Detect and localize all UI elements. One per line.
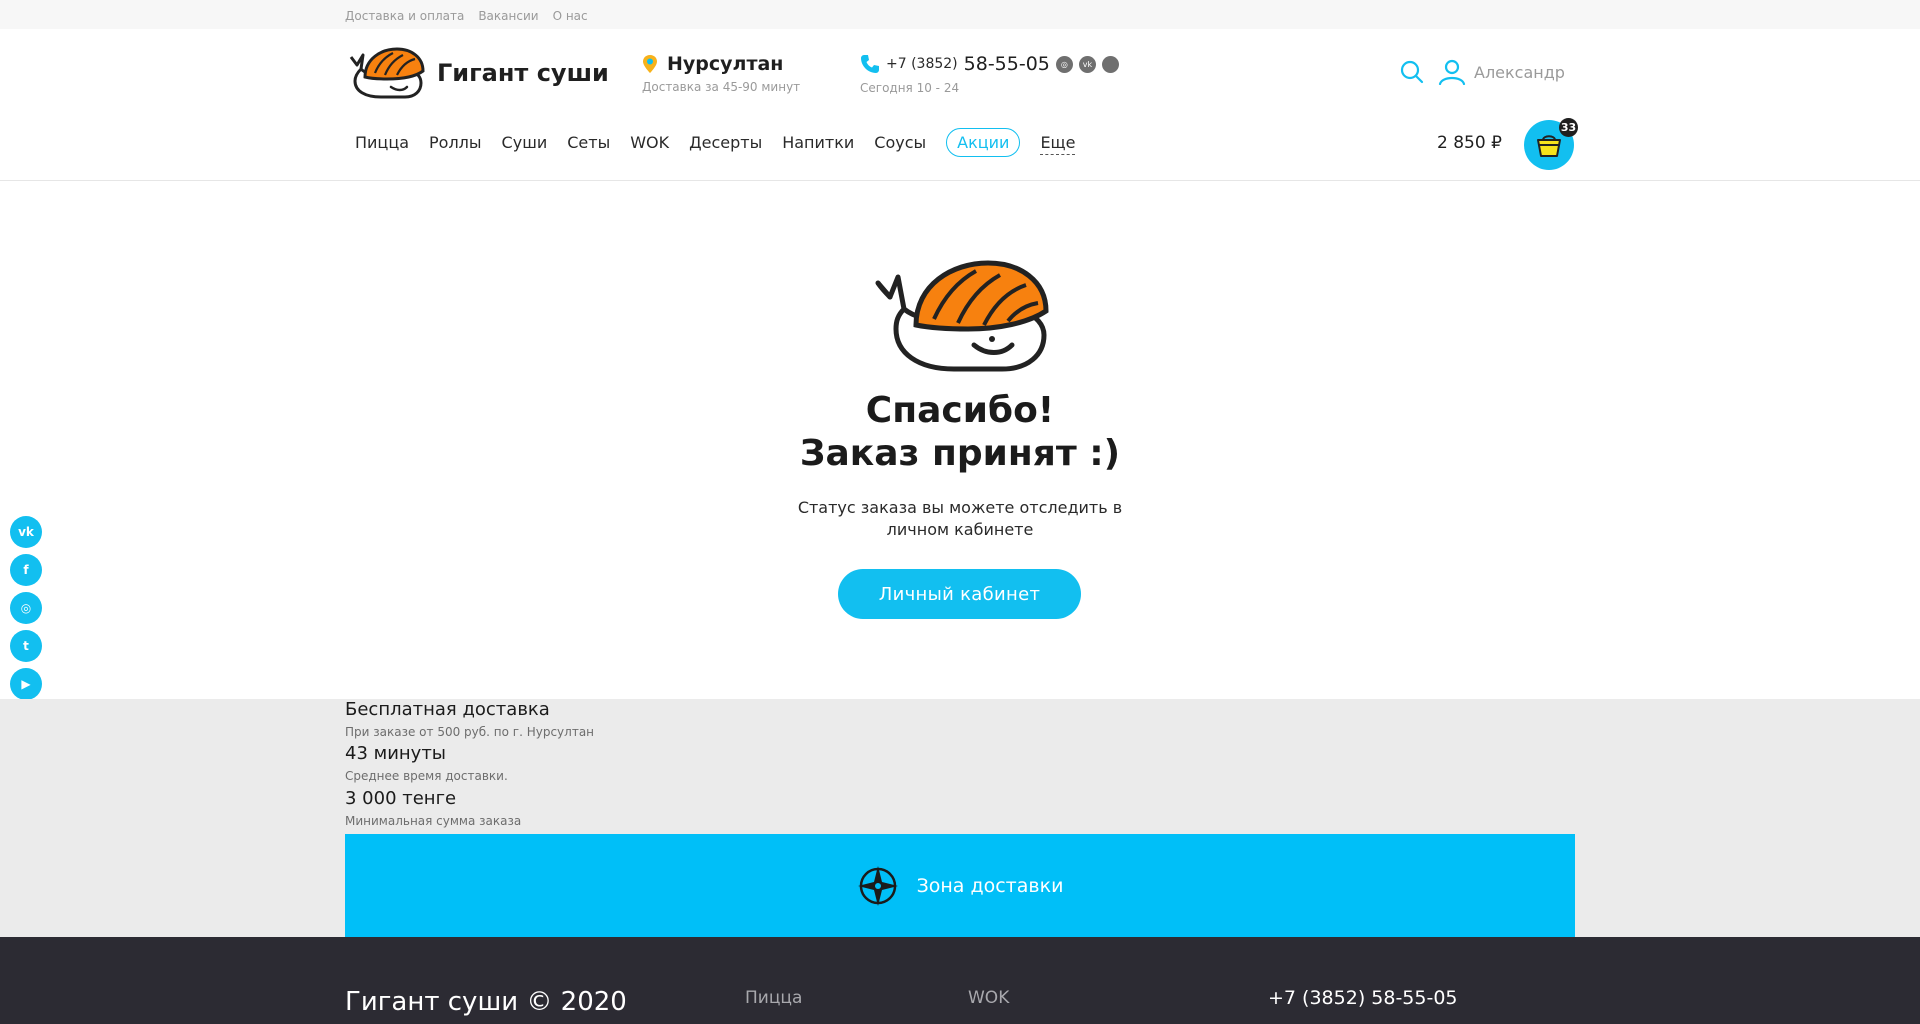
search-icon[interactable]: [1400, 60, 1424, 84]
vacancies-link[interactable]: Вакансии: [478, 9, 538, 23]
footer-phone[interactable]: +7 (3852) 58-55-05: [1268, 987, 1458, 1009]
free-delivery-block: Бесплатная доставка При заказе от 500 ру…: [345, 699, 594, 740]
delivery-time-text: Доставка за 45-90 минут: [642, 80, 801, 94]
nav-item-drinks[interactable]: Напитки: [772, 127, 864, 158]
facebook-icon[interactable]: f: [10, 554, 42, 586]
nav-item-sushi[interactable]: Суши: [492, 127, 558, 158]
user-icon: [1438, 59, 1466, 85]
phone-icon: [861, 55, 879, 73]
nav-item-promo[interactable]: Акции: [946, 128, 1021, 157]
nav-more-label: Еще: [1040, 133, 1076, 155]
footer-copyright: Гигант суши © 2020: [345, 987, 627, 1017]
phone-number[interactable]: 58-55-05: [964, 53, 1050, 75]
min-order-sub: Минимальная сумма заказа: [345, 814, 522, 828]
cart-total: 2 850 ₽: [1437, 133, 1502, 153]
logo-title: Гигант суши: [437, 59, 609, 87]
logo[interactable]: Гигант суши: [345, 47, 609, 99]
delivery-info: Бесплатная доставка При заказе от 500 ру…: [0, 699, 1920, 937]
delivery-time-sub: Среднее время доставки.: [345, 769, 508, 783]
city-selector: Нурсултан Доставка за 45-90 минут: [641, 53, 800, 94]
about-link[interactable]: О нас: [553, 9, 588, 23]
basket-icon: [1537, 135, 1561, 157]
nav-item-sets[interactable]: Сеты: [557, 127, 620, 158]
main-nav: Пицца Роллы Суши Сеты WOK Десерты Напитк…: [345, 127, 1085, 158]
delivery-zone-button[interactable]: Зона доставки: [345, 834, 1575, 937]
site-footer: Гигант суши © 2020 Пицца WOK +7 (3852) 5…: [0, 937, 1920, 1024]
cart-count-badge: 33: [1559, 118, 1578, 137]
user-account[interactable]: Александр: [1438, 59, 1565, 85]
thanks-line2: Заказ принят :): [799, 433, 1121, 474]
whale-illustration-icon: [875, 260, 1049, 372]
instagram-mini-icon[interactable]: ◎: [1055, 55, 1073, 73]
delivery-payment-link[interactable]: Доставка и оплата: [345, 9, 464, 23]
order-confirmation: Спасибо! Заказ принят :) Статус заказа в…: [0, 181, 1920, 699]
youtube-icon[interactable]: ▶: [10, 668, 42, 700]
location-pin-icon: [643, 55, 657, 73]
whale-logo-icon: [349, 47, 425, 99]
vk-mini-icon[interactable]: vk: [1078, 55, 1096, 73]
side-social-bar: vk f ◎ t ▶: [10, 516, 42, 700]
thanks-title: Спасибо! Заказ принят :): [0, 389, 1920, 475]
order-status-text: Статус заказа вы можете отследить в личн…: [797, 498, 1123, 539]
twitter-icon[interactable]: t: [10, 630, 42, 662]
nav-item-sauces[interactable]: Соусы: [864, 127, 936, 158]
city-name: Нурсултан: [667, 53, 784, 75]
footer-link-pizza[interactable]: Пицца: [745, 988, 802, 1008]
thanks-line1: Спасибо!: [865, 390, 1055, 431]
phone-code[interactable]: +7 (3852): [886, 56, 958, 72]
free-delivery-sub: При заказе от 500 руб. по г. Нурсултан: [345, 725, 595, 739]
personal-cabinet-button[interactable]: Личный кабинет: [838, 569, 1081, 619]
instagram-icon[interactable]: ◎: [10, 592, 42, 624]
site-header: Гигант суши Нурсултан Доставка за 45-90 …: [0, 29, 1920, 181]
delivery-time-title: 43 минуты: [345, 743, 447, 764]
top-bar: Доставка и оплата Вакансии О нас: [0, 0, 1920, 29]
free-delivery-title: Бесплатная доставка: [345, 699, 550, 720]
delivery-zone-label: Зона доставки: [916, 874, 1064, 897]
nav-item-more[interactable]: Еще: [1030, 127, 1085, 158]
delivery-time-block: 43 минуты Среднее время доставки.: [345, 743, 508, 784]
nav-item-pizza[interactable]: Пицца: [345, 127, 419, 158]
working-hours: Сегодня 10 - 24: [860, 81, 960, 95]
nav-item-desserts[interactable]: Десерты: [679, 127, 772, 158]
header-actions: Александр: [1400, 59, 1565, 85]
phone-block: +7 (3852) 58-55-05 ◎ vk Сегодня 10 - 24: [860, 53, 1119, 95]
nav-item-rolls[interactable]: Роллы: [419, 127, 492, 158]
top-links: Доставка и оплата Вакансии О нас: [345, 9, 1575, 23]
city-button[interactable]: Нурсултан: [641, 53, 800, 75]
footer-link-wok[interactable]: WOK: [968, 988, 1009, 1008]
vk-icon[interactable]: vk: [10, 516, 42, 548]
phone-row: +7 (3852) 58-55-05 ◎ vk: [860, 53, 1119, 75]
min-order-block: 3 000 тенге Минимальная сумма заказа: [345, 788, 521, 829]
min-order-title: 3 000 тенге: [345, 788, 457, 809]
user-name: Александр: [1474, 62, 1565, 82]
nav-item-wok[interactable]: WOK: [620, 127, 679, 158]
circle-mini-icon[interactable]: [1101, 55, 1119, 73]
cart-button[interactable]: 33: [1524, 118, 1578, 170]
compass-icon: [857, 865, 898, 906]
